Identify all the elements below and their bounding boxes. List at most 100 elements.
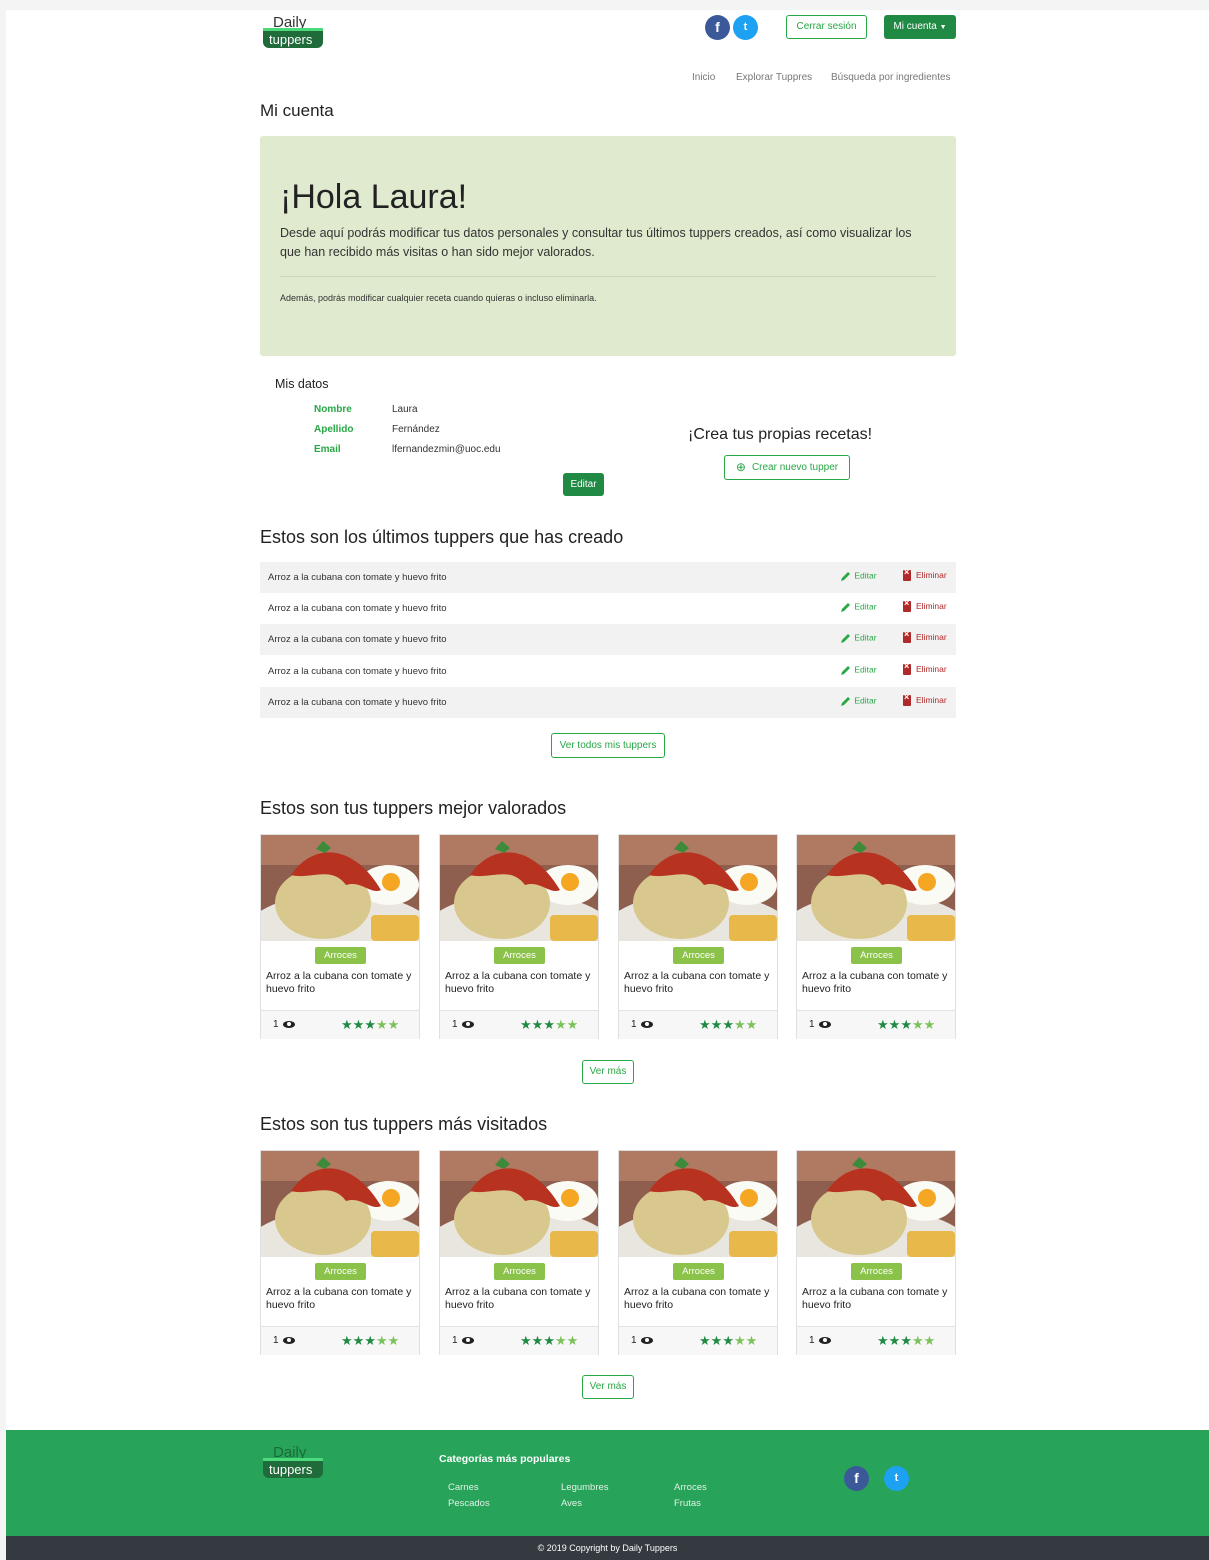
star-icon[interactable]: ★ xyxy=(567,1333,579,1348)
star-icon[interactable]: ★ xyxy=(388,1333,400,1348)
row-delete-link[interactable]: Eliminar xyxy=(903,661,947,676)
most-visited-card[interactable]: Arroces Arroz a la cubana con tomate y hu… xyxy=(618,1150,778,1355)
star-icon[interactable]: ★ xyxy=(376,1017,388,1032)
star-icon[interactable]: ★ xyxy=(543,1333,555,1348)
star-icon[interactable]: ★ xyxy=(900,1017,912,1032)
star-icon[interactable]: ★ xyxy=(555,1333,567,1348)
best-rated-card[interactable]: Arroces Arroz a la cubana con tomate y hu… xyxy=(796,834,956,1039)
star-icon[interactable]: ★ xyxy=(889,1333,901,1348)
star-icon[interactable]: ★ xyxy=(877,1017,889,1032)
card-image[interactable] xyxy=(797,1151,955,1257)
star-icon[interactable]: ★ xyxy=(722,1017,734,1032)
footer-cat-arroces[interactable]: Arroces xyxy=(674,1482,707,1493)
row-name[interactable]: Arroz a la cubana con tomate y huevo fri… xyxy=(268,666,447,677)
star-icon[interactable]: ★ xyxy=(912,1333,924,1348)
card-image[interactable] xyxy=(261,1151,419,1257)
facebook-icon[interactable]: f xyxy=(705,15,730,40)
card-image[interactable] xyxy=(261,835,419,941)
category-badge[interactable]: Arroces xyxy=(851,947,902,964)
best-rated-card[interactable]: Arroces Arroz a la cubana con tomate y hu… xyxy=(439,834,599,1039)
card-image[interactable] xyxy=(619,1151,777,1257)
star-icon[interactable]: ★ xyxy=(699,1333,711,1348)
star-icon[interactable]: ★ xyxy=(900,1333,912,1348)
star-icon[interactable]: ★ xyxy=(353,1333,365,1348)
category-badge[interactable]: Arroces xyxy=(315,1263,366,1280)
star-icon[interactable]: ★ xyxy=(924,1333,936,1348)
star-icon[interactable]: ★ xyxy=(711,1333,723,1348)
star-icon[interactable]: ★ xyxy=(924,1017,936,1032)
card-image[interactable] xyxy=(440,835,598,941)
category-badge[interactable]: Arroces xyxy=(494,1263,545,1280)
view-all-tuppers-button[interactable]: Ver todos mis tuppers xyxy=(551,733,665,758)
star-icon[interactable]: ★ xyxy=(699,1017,711,1032)
row-edit-link[interactable]: Editar xyxy=(840,632,877,644)
footer-logo[interactable]: Daily tuppers xyxy=(261,1444,323,1480)
footer-twitter-icon[interactable]: t xyxy=(884,1466,909,1491)
category-badge[interactable]: Arroces xyxy=(315,947,366,964)
best-rated-card[interactable]: Arroces Arroz a la cubana con tomate y hu… xyxy=(260,834,420,1039)
row-edit-link[interactable]: Editar xyxy=(840,601,877,613)
star-icon[interactable]: ★ xyxy=(722,1333,734,1348)
logout-button[interactable]: Cerrar sesión xyxy=(786,15,867,39)
nav-busqueda[interactable]: Búsqueda por ingredientes xyxy=(831,72,951,83)
nav-inicio[interactable]: Inicio xyxy=(692,72,715,83)
card-title[interactable]: Arroz a la cubana con tomate y huevo fri… xyxy=(802,970,952,996)
card-title[interactable]: Arroz a la cubana con tomate y huevo fri… xyxy=(802,1286,952,1312)
row-edit-link[interactable]: Editar xyxy=(840,695,877,707)
most-visited-more-button[interactable]: Ver más xyxy=(582,1375,634,1399)
card-title[interactable]: Arroz a la cubana con tomate y huevo fri… xyxy=(266,1286,416,1312)
row-delete-link[interactable]: Eliminar xyxy=(903,567,947,582)
star-icon[interactable]: ★ xyxy=(341,1017,353,1032)
star-icon[interactable]: ★ xyxy=(364,1333,376,1348)
star-icon[interactable]: ★ xyxy=(543,1017,555,1032)
star-icon[interactable]: ★ xyxy=(353,1017,365,1032)
row-name[interactable]: Arroz a la cubana con tomate y huevo fri… xyxy=(268,572,447,583)
card-image[interactable] xyxy=(440,1151,598,1257)
card-title[interactable]: Arroz a la cubana con tomate y huevo fri… xyxy=(624,1286,774,1312)
account-dropdown-button[interactable]: Mi cuenta ▼ xyxy=(884,15,956,39)
footer-cat-carnes[interactable]: Carnes xyxy=(448,1482,479,1493)
row-edit-link[interactable]: Editar xyxy=(840,570,877,582)
row-name[interactable]: Arroz a la cubana con tomate y huevo fri… xyxy=(268,634,447,645)
category-badge[interactable]: Arroces xyxy=(851,1263,902,1280)
star-icon[interactable]: ★ xyxy=(520,1017,532,1032)
star-icon[interactable]: ★ xyxy=(567,1017,579,1032)
row-name[interactable]: Arroz a la cubana con tomate y huevo fri… xyxy=(268,697,447,708)
star-icon[interactable]: ★ xyxy=(532,1333,544,1348)
twitter-icon[interactable]: t xyxy=(733,15,758,40)
row-delete-link[interactable]: Eliminar xyxy=(903,692,947,707)
most-visited-card[interactable]: Arroces Arroz a la cubana con tomate y hu… xyxy=(796,1150,956,1355)
row-delete-link[interactable]: Eliminar xyxy=(903,629,947,644)
star-icon[interactable]: ★ xyxy=(877,1333,889,1348)
star-icon[interactable]: ★ xyxy=(388,1017,400,1032)
card-image[interactable] xyxy=(797,835,955,941)
brand-logo[interactable]: Daily tuppers xyxy=(261,14,323,50)
star-icon[interactable]: ★ xyxy=(746,1333,758,1348)
footer-facebook-icon[interactable]: f xyxy=(844,1466,869,1491)
star-icon[interactable]: ★ xyxy=(912,1017,924,1032)
category-badge[interactable]: Arroces xyxy=(494,947,545,964)
card-title[interactable]: Arroz a la cubana con tomate y huevo fri… xyxy=(445,970,595,996)
category-badge[interactable]: Arroces xyxy=(673,947,724,964)
row-edit-link[interactable]: Editar xyxy=(840,664,877,676)
footer-cat-frutas[interactable]: Frutas xyxy=(674,1498,701,1509)
star-icon[interactable]: ★ xyxy=(555,1017,567,1032)
star-icon[interactable]: ★ xyxy=(734,1333,746,1348)
edit-profile-button[interactable]: Editar xyxy=(563,473,604,496)
footer-cat-aves[interactable]: Aves xyxy=(561,1498,582,1509)
nav-explorar[interactable]: Explorar Tuppres xyxy=(736,72,812,83)
card-image[interactable] xyxy=(619,835,777,941)
card-title[interactable]: Arroz a la cubana con tomate y huevo fri… xyxy=(624,970,774,996)
star-icon[interactable]: ★ xyxy=(889,1017,901,1032)
create-tupper-button[interactable]: ⊕ Crear nuevo tupper xyxy=(724,455,850,480)
star-icon[interactable]: ★ xyxy=(532,1017,544,1032)
row-name[interactable]: Arroz a la cubana con tomate y huevo fri… xyxy=(268,603,447,614)
category-badge[interactable]: Arroces xyxy=(673,1263,724,1280)
star-icon[interactable]: ★ xyxy=(734,1017,746,1032)
card-title[interactable]: Arroz a la cubana con tomate y huevo fri… xyxy=(266,970,416,996)
star-icon[interactable]: ★ xyxy=(711,1017,723,1032)
star-icon[interactable]: ★ xyxy=(746,1017,758,1032)
star-icon[interactable]: ★ xyxy=(364,1017,376,1032)
star-icon[interactable]: ★ xyxy=(520,1333,532,1348)
most-visited-card[interactable]: Arroces Arroz a la cubana con tomate y hu… xyxy=(439,1150,599,1355)
